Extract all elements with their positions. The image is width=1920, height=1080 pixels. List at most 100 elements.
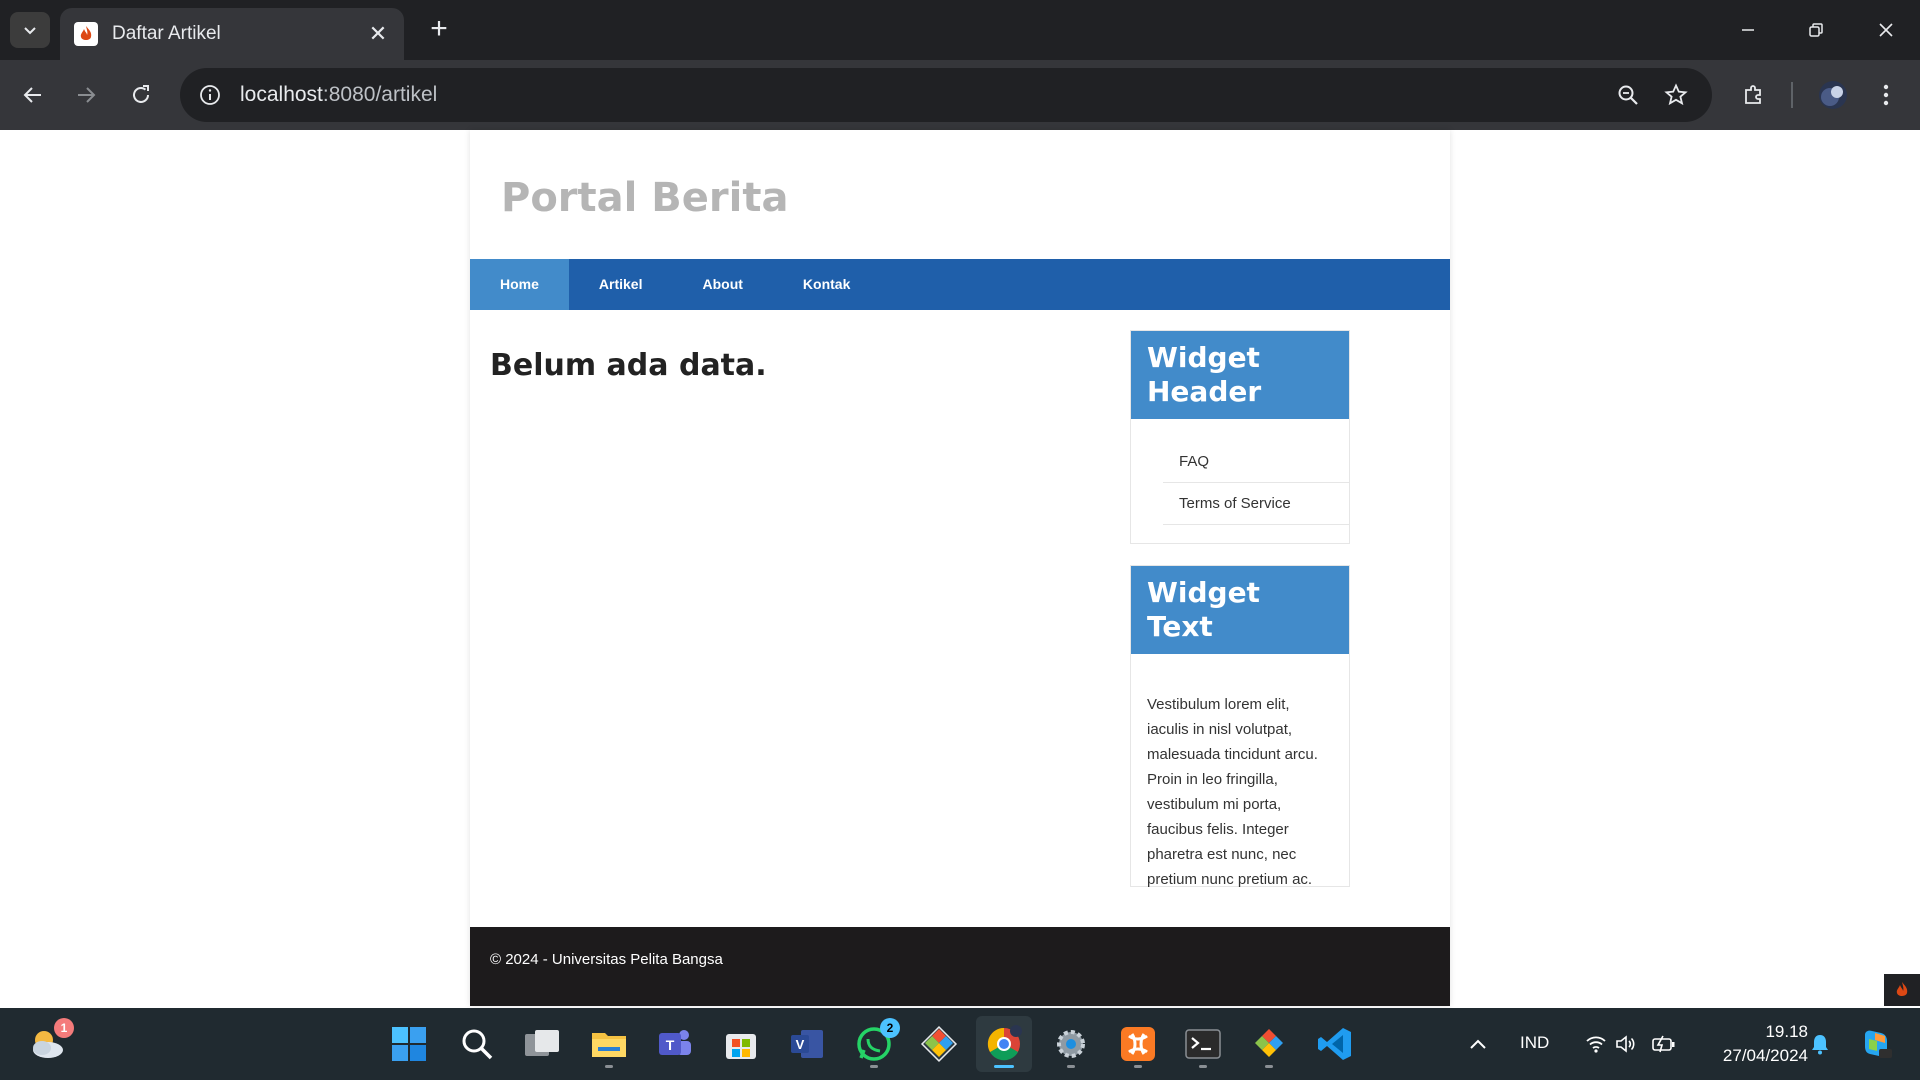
terminal-app[interactable] (1175, 1016, 1231, 1072)
battery-status[interactable] (1648, 1016, 1680, 1072)
widget-link-faq[interactable]: FAQ (1163, 441, 1349, 483)
widget-header-title: Widget Header (1131, 331, 1349, 419)
widget-text-body: Vestibulum lorem elit, iaculis in nisl v… (1147, 696, 1318, 888)
copilot-button[interactable] (1852, 1016, 1900, 1072)
whatsapp-app[interactable]: 2 (846, 1016, 902, 1072)
new-tab-button[interactable]: + (424, 14, 454, 44)
restore-icon (1809, 23, 1823, 37)
forward-button[interactable] (66, 75, 106, 115)
speaker-icon (1616, 1035, 1635, 1053)
browser-tab-bar: Daftar Artikel ✕ + (0, 0, 1920, 60)
footer-copyright: © 2024 - Universitas Pelita Bangsa (490, 951, 723, 968)
store-app[interactable] (713, 1016, 769, 1072)
arrow-left-icon (23, 87, 41, 103)
active-indicator (994, 1065, 1014, 1068)
empty-data-message: Belum ada data. (490, 348, 767, 383)
nav-item-artikel[interactable]: Artikel (569, 259, 673, 310)
tab-search-button[interactable] (10, 12, 50, 48)
gear-icon (1057, 1030, 1085, 1058)
vscode-app[interactable] (1307, 1016, 1363, 1072)
browser-tab[interactable]: Daftar Artikel ✕ (60, 8, 404, 60)
back-button[interactable] (13, 75, 53, 115)
git-gui-icon (1255, 1029, 1283, 1057)
wifi-status[interactable] (1580, 1016, 1612, 1072)
main-nav: Home Artikel About Kontak (470, 259, 1450, 310)
site-container: Portal Berita Home Artikel About Kontak … (470, 130, 1450, 1006)
menu-button[interactable] (1866, 75, 1906, 115)
git-app[interactable] (911, 1016, 967, 1072)
browser-toolbar: localhost:8080/artikel (0, 60, 1920, 130)
extensions-button[interactable] (1734, 75, 1774, 115)
close-icon (1879, 23, 1893, 37)
codeigniter-debug-toolbar-icon[interactable] (1884, 974, 1920, 1006)
widget-header: Widget Header FAQ Terms of Service (1130, 330, 1350, 544)
profile-button[interactable] (1813, 75, 1853, 115)
windows-taskbar: 1 T V 2 IND 19.18 27/04/2024 (0, 1008, 1920, 1080)
battery-charging-icon (1652, 1035, 1675, 1053)
volume-status[interactable] (1610, 1016, 1642, 1072)
widget-link-terms[interactable]: Terms of Service (1163, 483, 1349, 525)
visio-app[interactable]: V (779, 1016, 835, 1072)
running-indicator (605, 1065, 613, 1068)
site-title: Portal Berita (501, 175, 789, 221)
widget-header-links: FAQ Terms of Service (1131, 419, 1349, 525)
reload-button[interactable] (121, 75, 161, 115)
page-viewport: Portal Berita Home Artikel About Kontak … (0, 130, 1920, 1006)
toolbar-divider (1791, 82, 1793, 108)
xampp-app[interactable] (1110, 1016, 1166, 1072)
tab-title: Daftar Artikel (112, 23, 221, 44)
restore-button[interactable] (1788, 10, 1844, 50)
wifi-icon (1586, 1036, 1606, 1053)
zoom-button[interactable] (1608, 75, 1648, 115)
system-clock[interactable]: 19.18 27/04/2024 (1692, 1020, 1808, 1068)
avatar-icon (1819, 81, 1847, 109)
site-info-icon[interactable] (196, 81, 224, 109)
xampp-icon (1121, 1027, 1155, 1061)
close-window-button[interactable] (1858, 10, 1914, 50)
terminal-icon (1185, 1029, 1221, 1059)
task-view-button[interactable] (514, 1016, 570, 1072)
arrow-right-icon (78, 87, 96, 103)
bookmark-button[interactable] (1656, 75, 1696, 115)
codeigniter-favicon-icon (74, 22, 98, 46)
weather-widget[interactable]: 1 (20, 1016, 76, 1072)
nav-item-about[interactable]: About (672, 259, 772, 310)
tab-close-button[interactable]: ✕ (366, 21, 390, 47)
nav-item-home[interactable]: Home (470, 259, 569, 310)
file-explorer-app[interactable] (581, 1016, 637, 1072)
search-icon (462, 1029, 493, 1060)
minimize-icon (1742, 29, 1754, 31)
running-indicator (1134, 1065, 1142, 1068)
star-icon (1664, 83, 1688, 106)
nav-item-kontak[interactable]: Kontak (773, 259, 880, 310)
teams-icon: T (659, 1030, 691, 1055)
chevron-down-icon (24, 27, 36, 35)
chrome-app[interactable] (976, 1016, 1032, 1072)
settings-app[interactable] (1043, 1016, 1099, 1072)
vscode-icon (1318, 1028, 1351, 1060)
whatsapp-badge: 2 (880, 1018, 900, 1038)
running-indicator (1199, 1065, 1207, 1068)
git-icon (920, 1025, 958, 1063)
clock-date: 27/04/2024 (1722, 1046, 1808, 1065)
svg-text:T: T (666, 1037, 675, 1053)
svg-text:V: V (796, 1037, 805, 1052)
puzzle-icon (1745, 85, 1761, 104)
taskbar-search-button[interactable] (449, 1016, 505, 1072)
address-bar[interactable]: localhost:8080/artikel (180, 68, 1712, 122)
site-header: Portal Berita (470, 130, 1450, 259)
main-content: Belum ada data. (490, 348, 767, 383)
site-footer: © 2024 - Universitas Pelita Bangsa (470, 927, 1450, 1006)
show-hidden-icons-button[interactable] (1450, 1016, 1506, 1072)
teams-app[interactable]: T (646, 1016, 702, 1072)
start-button[interactable] (381, 1016, 437, 1072)
visio-icon: V (791, 1030, 823, 1058)
more-vertical-icon (1883, 84, 1889, 106)
git-gui-app[interactable] (1241, 1016, 1297, 1072)
weather-badge: 1 (54, 1018, 74, 1038)
windows-start-icon (392, 1027, 426, 1061)
notifications-button[interactable] (1805, 1016, 1835, 1072)
minimize-button[interactable] (1720, 10, 1776, 50)
input-language[interactable]: IND (1520, 1033, 1549, 1053)
zoom-icon (1618, 85, 1638, 105)
